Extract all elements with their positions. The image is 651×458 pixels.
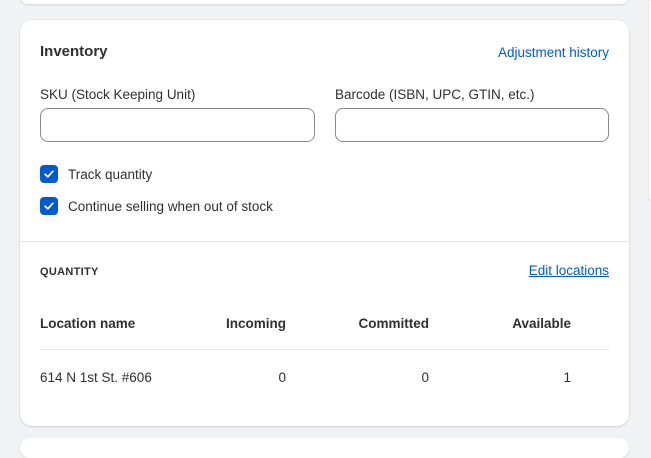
- adjustment-history-link[interactable]: Adjustment history: [498, 45, 609, 60]
- continue-selling-label: Continue selling when out of stock: [68, 198, 273, 214]
- continue-selling-checkbox[interactable]: [40, 197, 58, 215]
- table-row: 614 N 1st St. #606 0 0 1: [40, 350, 609, 406]
- inventory-section: Inventory Adjustment history SKU (Stock …: [20, 20, 629, 242]
- column-header-committed: Committed: [358, 316, 430, 331]
- committed-cell: 0: [421, 370, 429, 385]
- next-card: [20, 438, 629, 458]
- sku-input[interactable]: [40, 108, 315, 142]
- edit-locations-link[interactable]: Edit locations: [529, 263, 609, 278]
- checkmark-icon: [44, 170, 54, 178]
- column-header-incoming: Incoming: [226, 316, 286, 331]
- sku-label: SKU (Stock Keeping Unit): [40, 87, 196, 102]
- track-quantity-label: Track quantity: [68, 166, 153, 182]
- available-cell[interactable]: 1: [563, 370, 571, 385]
- inventory-card: Inventory Adjustment history SKU (Stock …: [20, 20, 629, 426]
- column-header-location: Location name: [40, 316, 136, 331]
- table-header-row: Location name Incoming Committed Availab…: [40, 302, 609, 350]
- track-quantity-row[interactable]: Track quantity: [40, 165, 152, 183]
- location-name-cell: 614 N 1st St. #606: [40, 370, 152, 385]
- quantity-heading: QUANTITY: [40, 266, 99, 278]
- incoming-cell: 0: [278, 370, 286, 385]
- barcode-input[interactable]: [335, 108, 609, 142]
- track-quantity-checkbox[interactable]: [40, 165, 58, 183]
- barcode-label: Barcode (ISBN, UPC, GTIN, etc.): [335, 87, 535, 102]
- previous-card: [20, 0, 629, 4]
- inventory-title: Inventory: [40, 43, 108, 60]
- column-header-available: Available: [512, 316, 571, 331]
- checkmark-icon: [44, 202, 54, 210]
- continue-selling-row[interactable]: Continue selling when out of stock: [40, 197, 273, 215]
